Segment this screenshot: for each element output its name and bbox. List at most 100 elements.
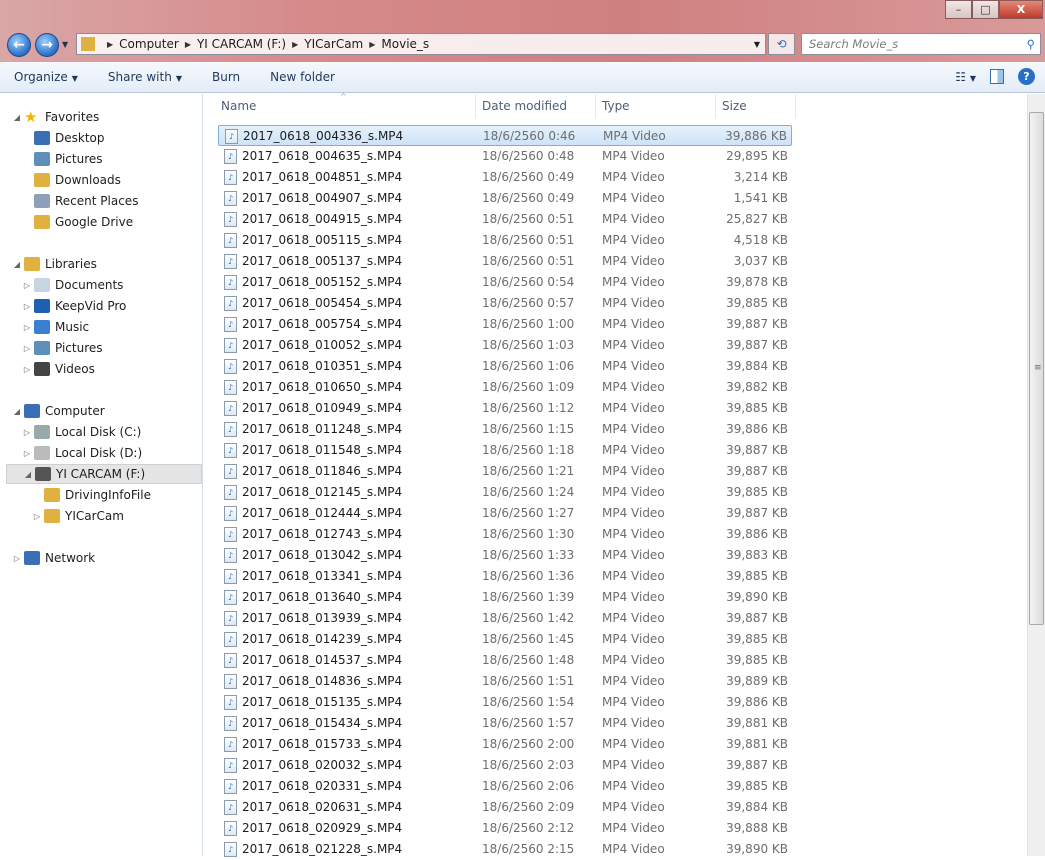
sidebar-item-videos[interactable]: ▷ Videos [22, 359, 95, 379]
sidebar-item-documents[interactable]: ▷ Documents [22, 275, 123, 295]
file-list: Name ^ Date modified Type Size ♪ 2017_0618… [204, 92, 1027, 857]
search-icon[interactable]: ⚲ [1027, 34, 1035, 54]
file-row[interactable]: ♪ 2017_0618_015733_s.MP4 18/6/2560 2:00 MP4… [218, 734, 792, 755]
file-row[interactable]: ♪ 2017_0618_014239_s.MP4 18/6/2560 1:45 MP4… [218, 629, 792, 650]
file-row[interactable]: ♪ 2017_0618_012743_s.MP4 18/6/2560 1:30 MP4… [218, 524, 792, 545]
sidebar-item-music[interactable]: ▷ Music [22, 317, 89, 337]
file-row[interactable]: ♪ 2017_0618_014537_s.MP4 18/6/2560 1:48 MP4… [218, 650, 792, 671]
file-row[interactable]: ♪ 2017_0618_010351_s.MP4 18/6/2560 1:06 MP4… [218, 356, 792, 377]
file-row[interactable]: ♪ 2017_0618_020331_s.MP4 18/6/2560 2:06 MP4… [218, 776, 792, 797]
file-row[interactable]: ♪ 2017_0618_004336_s.MP4 18/6/2560 0:46 MP4… [218, 125, 792, 146]
breadcrumb-item[interactable]: Computer [119, 37, 179, 51]
expand-arrow-icon[interactable]: ▷ [22, 344, 32, 353]
back-button[interactable]: ← [7, 33, 31, 57]
column-header-type[interactable]: Type [596, 94, 716, 118]
file-row[interactable]: ♪ 2017_0618_004851_s.MP4 18/6/2560 0:49 MP4… [218, 167, 792, 188]
sidebar-item-yicarcam[interactable]: ▷ YICarCam [32, 506, 124, 526]
file-row[interactable]: ♪ 2017_0618_020929_s.MP4 18/6/2560 2:12 MP4… [218, 818, 792, 839]
expand-arrow-icon[interactable]: ▷ [22, 302, 32, 311]
file-row[interactable]: ♪ 2017_0618_011846_s.MP4 18/6/2560 1:21 MP4… [218, 461, 792, 482]
file-row[interactable]: ♪ 2017_0618_020032_s.MP4 18/6/2560 2:03 MP4… [218, 755, 792, 776]
sidebar-item-network[interactable]: ▷ Network [12, 548, 95, 568]
sidebar-item-keepvid-pro[interactable]: ▷ KeepVid Pro [22, 296, 126, 316]
organize-button[interactable]: Organize ▼ [14, 70, 78, 84]
sidebar-item-pictures[interactable]: Pictures [22, 149, 103, 169]
share-with-button[interactable]: Share with ▼ [108, 70, 182, 84]
sidebar-item-pictures[interactable]: ▷ Pictures [22, 338, 103, 358]
breadcrumb-item[interactable]: YI CARCAM (F:) [197, 37, 286, 51]
sidebar-item-favorites[interactable]: ◢ ★ Favorites [12, 107, 99, 127]
expand-arrow-icon[interactable]: ◢ [12, 407, 22, 416]
expand-arrow-icon[interactable]: ▷ [22, 449, 32, 458]
file-row[interactable]: ♪ 2017_0618_010949_s.MP4 18/6/2560 1:12 MP4… [218, 398, 792, 419]
file-row[interactable]: ♪ 2017_0618_004635_s.MP4 18/6/2560 0:48 MP4… [218, 146, 792, 167]
file-row[interactable]: ♪ 2017_0618_005152_s.MP4 18/6/2560 0:54 MP4… [218, 272, 792, 293]
file-row[interactable]: ♪ 2017_0618_013939_s.MP4 18/6/2560 1:42 MP4… [218, 608, 792, 629]
burn-button[interactable]: Burn [212, 70, 240, 84]
sidebar-item-yi-carcam-f[interactable]: ◢ YI CARCAM (F:) [6, 464, 202, 484]
file-row[interactable]: ♪ 2017_0618_015135_s.MP4 18/6/2560 1:54 MP4… [218, 692, 792, 713]
recent-pages-dropdown[interactable]: ▼ [62, 40, 68, 49]
scrollbar-thumb[interactable]: ≡ [1029, 112, 1044, 625]
file-row[interactable]: ♪ 2017_0618_013341_s.MP4 18/6/2560 1:36 MP4… [218, 566, 792, 587]
sidebar-item-drivinginfofile[interactable]: DrivingInfoFile [32, 485, 151, 505]
breadcrumb-item[interactable]: Movie_s [381, 37, 429, 51]
sidebar-item-libraries[interactable]: ◢ Libraries [12, 254, 97, 274]
expand-arrow-icon[interactable]: ◢ [12, 113, 22, 122]
vertical-scrollbar[interactable]: ≡ [1027, 94, 1045, 856]
file-row[interactable]: ♪ 2017_0618_005754_s.MP4 18/6/2560 1:00 MP4… [218, 314, 792, 335]
sidebar-item-google-drive[interactable]: Google Drive [22, 212, 133, 232]
file-row[interactable]: ♪ 2017_0618_012444_s.MP4 18/6/2560 1:27 MP4… [218, 503, 792, 524]
help-icon[interactable]: ? [1018, 68, 1035, 85]
file-row[interactable]: ♪ 2017_0618_005454_s.MP4 18/6/2560 0:57 MP4… [218, 293, 792, 314]
file-row[interactable]: ♪ 2017_0618_014836_s.MP4 18/6/2560 1:51 MP4… [218, 671, 792, 692]
refresh-button[interactable]: ⟲ [768, 33, 795, 55]
file-row[interactable]: ♪ 2017_0618_011548_s.MP4 18/6/2560 1:18 MP4… [218, 440, 792, 461]
file-row[interactable]: ♪ 2017_0618_005115_s.MP4 18/6/2560 0:51 MP4… [218, 230, 792, 251]
preview-pane-icon[interactable] [990, 69, 1004, 84]
expand-arrow-icon[interactable]: ▷ [22, 428, 32, 437]
sidebar-item-computer[interactable]: ◢ Computer [12, 401, 105, 421]
column-header-size[interactable]: Size [716, 94, 796, 118]
forward-button[interactable]: → [35, 33, 59, 57]
file-row[interactable]: ♪ 2017_0618_021228_s.MP4 18/6/2560 2:15 MP4… [218, 839, 792, 860]
expand-arrow-icon[interactable]: ▷ [22, 365, 32, 374]
view-options-icon[interactable]: ☷ ▼ [955, 70, 976, 84]
sidebar-item-recent-places[interactable]: Recent Places [22, 191, 138, 211]
file-row[interactable]: ♪ 2017_0618_013640_s.MP4 18/6/2560 1:39 MP4… [218, 587, 792, 608]
file-row[interactable]: ♪ 2017_0618_012145_s.MP4 18/6/2560 1:24 MP4… [218, 482, 792, 503]
file-row[interactable]: ♪ 2017_0618_005137_s.MP4 18/6/2560 0:51 MP4… [218, 251, 792, 272]
address-dropdown[interactable]: ▼ [754, 40, 760, 49]
expand-arrow-icon[interactable]: ▷ [12, 554, 22, 563]
expand-arrow-icon[interactable]: ▷ [22, 281, 32, 290]
sidebar-item-local-disk-c[interactable]: ▷ Local Disk (C:) [22, 422, 141, 442]
minimize-button[interactable]: – [945, 0, 972, 19]
file-row[interactable]: ♪ 2017_0618_020631_s.MP4 18/6/2560 2:09 MP4… [218, 797, 792, 818]
sidebar-item-downloads[interactable]: Downloads [22, 170, 121, 190]
file-row[interactable]: ♪ 2017_0618_015434_s.MP4 18/6/2560 1:57 MP4… [218, 713, 792, 734]
expand-arrow-icon[interactable]: ◢ [12, 260, 22, 269]
file-row[interactable]: ♪ 2017_0618_004907_s.MP4 18/6/2560 0:49 MP4… [218, 188, 792, 209]
breadcrumb-arrow-icon[interactable]: ▶ [107, 40, 113, 49]
file-row[interactable]: ♪ 2017_0618_013042_s.MP4 18/6/2560 1:33 MP4… [218, 545, 792, 566]
expand-arrow-icon[interactable]: ▷ [32, 512, 42, 521]
breadcrumb-item[interactable]: YICarCam [304, 37, 363, 51]
file-row[interactable]: ♪ 2017_0618_004915_s.MP4 18/6/2560 0:51 MP4… [218, 209, 792, 230]
breadcrumb-arrow-icon[interactable]: ▶ [185, 40, 191, 49]
column-header-date[interactable]: Date modified [476, 94, 596, 118]
expand-arrow-icon[interactable]: ◢ [23, 470, 33, 479]
close-button[interactable]: X [999, 0, 1043, 19]
sidebar-item-desktop[interactable]: Desktop [22, 128, 105, 148]
address-bar[interactable]: ▶ Computer ▶ YI CARCAM (F:) ▶ YICarCam ▶ Movie_… [76, 33, 766, 55]
file-row[interactable]: ♪ 2017_0618_010052_s.MP4 18/6/2560 1:03 MP4… [218, 335, 792, 356]
file-row[interactable]: ♪ 2017_0618_011248_s.MP4 18/6/2560 1:15 MP4… [218, 419, 792, 440]
breadcrumb-arrow-icon[interactable]: ▶ [369, 40, 375, 49]
expand-arrow-icon[interactable]: ▷ [22, 323, 32, 332]
new-folder-button[interactable]: New folder [270, 70, 335, 84]
breadcrumb-arrow-icon[interactable]: ▶ [292, 40, 298, 49]
maximize-button[interactable]: □ [972, 0, 999, 19]
search-input[interactable]: Search Movie_s ⚲ [801, 33, 1041, 55]
file-row[interactable]: ♪ 2017_0618_010650_s.MP4 18/6/2560 1:09 MP4… [218, 377, 792, 398]
column-header-name[interactable]: Name ^ [215, 92, 476, 118]
sidebar-item-local-disk-d[interactable]: ▷ Local Disk (D:) [22, 443, 142, 463]
